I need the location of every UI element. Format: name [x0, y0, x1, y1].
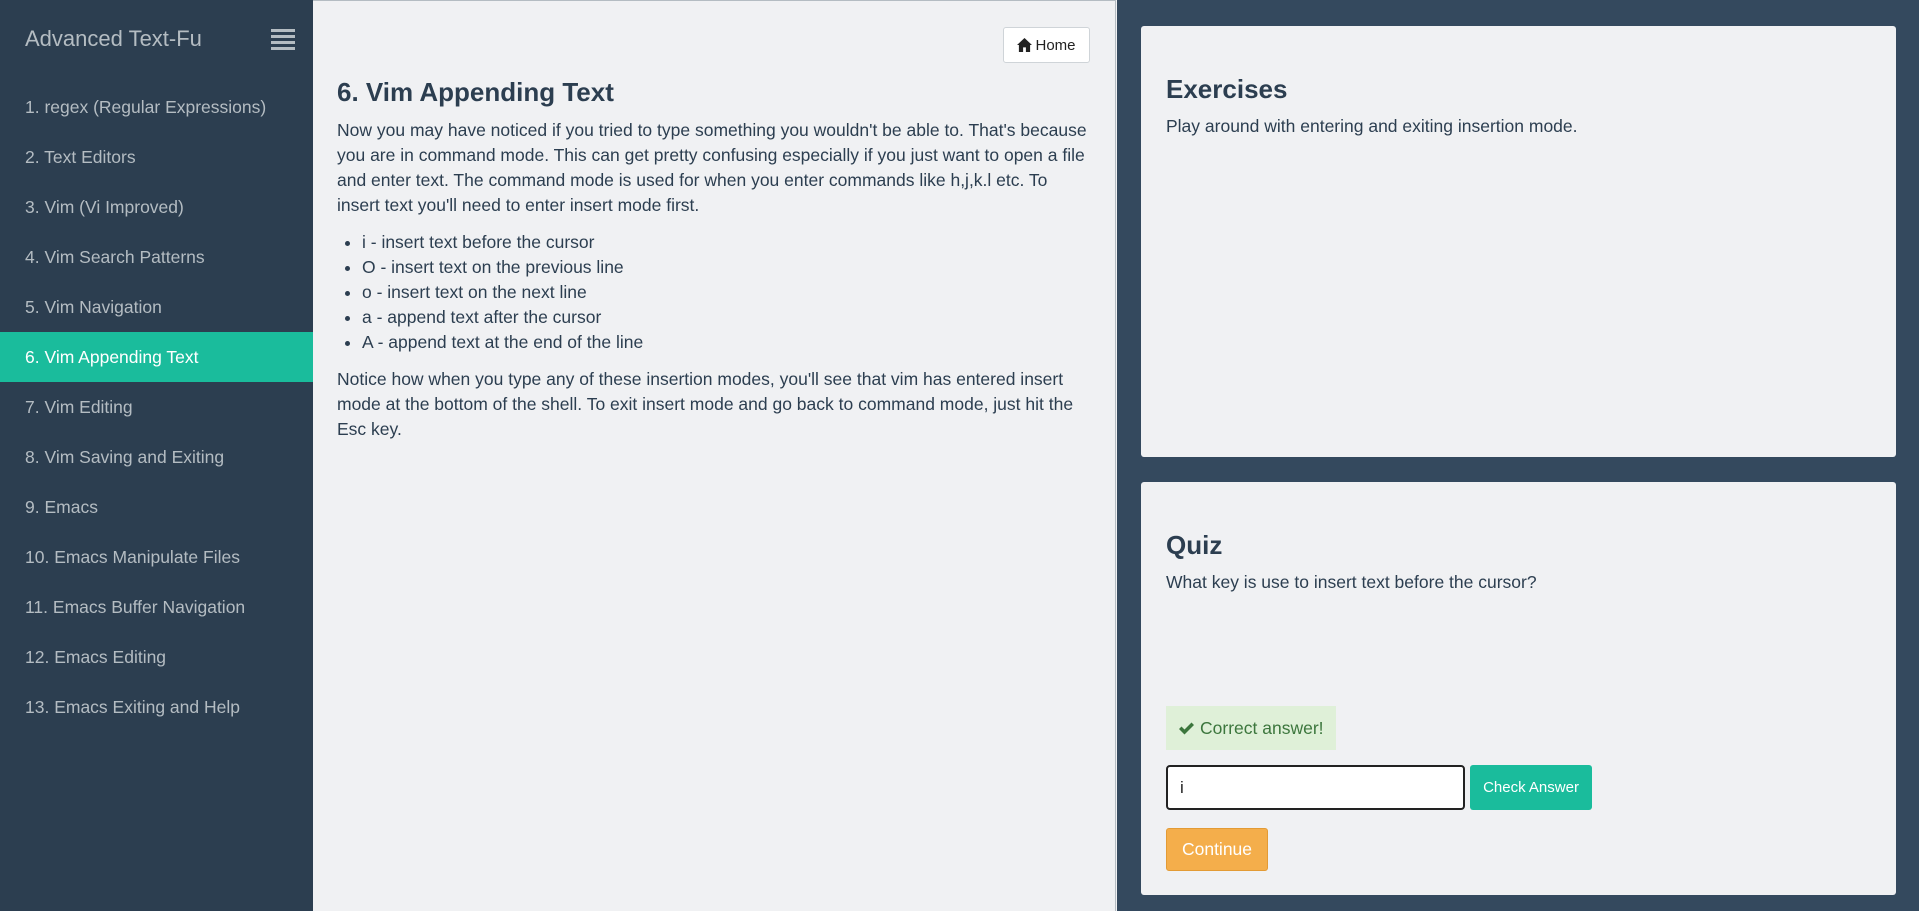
- sidebar-nav: 1. regex (Regular Expressions) 2. Text E…: [0, 82, 313, 732]
- list-item: O - insert text on the previous line: [362, 255, 1092, 280]
- exercises-title: Exercises: [1166, 74, 1288, 104]
- continue-button[interactable]: Continue: [1166, 828, 1268, 871]
- list-item: a - append text after the cursor: [362, 305, 1092, 330]
- home-icon: [1017, 38, 1033, 52]
- exercises-text: Play around with entering and exiting in…: [1166, 116, 1578, 136]
- correct-answer-alert: Correct answer!: [1166, 706, 1336, 750]
- sidebar-item-vim-search-patterns[interactable]: 4. Vim Search Patterns: [0, 232, 313, 282]
- sidebar-item-vim-appending-text[interactable]: 6. Vim Appending Text: [0, 332, 313, 382]
- sidebar-item-vim-editing[interactable]: 7. Vim Editing: [0, 382, 313, 432]
- lesson-outro: Notice how when you type any of these in…: [337, 369, 1074, 439]
- list-item: o - insert text on the next line: [362, 280, 1092, 305]
- list-item: i - insert text before the cursor: [362, 230, 1092, 255]
- quiz-title: Quiz: [1166, 530, 1223, 560]
- sidebar-item-emacs[interactable]: 9. Emacs: [0, 482, 313, 532]
- right-column: Exercises Play around with entering and …: [1117, 0, 1919, 911]
- sidebar-item-emacs-exiting-help[interactable]: 13. Emacs Exiting and Help: [0, 682, 313, 732]
- correct-answer-text: Correct answer!: [1200, 717, 1324, 738]
- hamburger-menu-icon[interactable]: [271, 29, 295, 50]
- sidebar-item-text-editors[interactable]: 2. Text Editors: [0, 132, 313, 182]
- sidebar-item-emacs-editing[interactable]: 12. Emacs Editing: [0, 632, 313, 682]
- list-item: A - append text at the end of the line: [362, 330, 1092, 355]
- answer-input[interactable]: [1166, 765, 1465, 810]
- insert-mode-list: i - insert text before the cursor O - in…: [337, 230, 1092, 355]
- lesson-panel: Home 6. Vim Appending Text Now you may h…: [313, 0, 1116, 911]
- quiz-question: What key is use to insert text before th…: [1166, 572, 1537, 592]
- exercises-panel: Exercises Play around with entering and …: [1141, 26, 1896, 457]
- lesson-title: 6. Vim Appending Text: [337, 77, 614, 107]
- check-answer-button[interactable]: Check Answer: [1470, 765, 1592, 810]
- home-button-label: Home: [1035, 36, 1076, 54]
- lesson-content: 6. Vim Appending Text Now you may have n…: [337, 71, 1092, 454]
- sidebar: Advanced Text-Fu 1. regex (Regular Expre…: [0, 0, 313, 911]
- sidebar-item-vim[interactable]: 3. Vim (Vi Improved): [0, 182, 313, 232]
- lesson-intro: Now you may have noticed if you tried to…: [337, 120, 1087, 215]
- sidebar-item-regex[interactable]: 1. regex (Regular Expressions): [0, 82, 313, 132]
- sidebar-item-emacs-buffer-navigation[interactable]: 11. Emacs Buffer Navigation: [0, 582, 313, 632]
- sidebar-title[interactable]: Advanced Text-Fu: [25, 24, 295, 54]
- sidebar-item-vim-navigation[interactable]: 5. Vim Navigation: [0, 282, 313, 332]
- home-button[interactable]: Home: [1003, 27, 1090, 63]
- quiz-panel: Quiz What key is use to insert text befo…: [1141, 482, 1896, 895]
- sidebar-header: Advanced Text-Fu: [25, 24, 295, 54]
- sidebar-item-vim-saving-exiting[interactable]: 8. Vim Saving and Exiting: [0, 432, 313, 482]
- sidebar-item-emacs-manipulate-files[interactable]: 10. Emacs Manipulate Files: [0, 532, 313, 582]
- checkmark-icon: [1179, 722, 1194, 734]
